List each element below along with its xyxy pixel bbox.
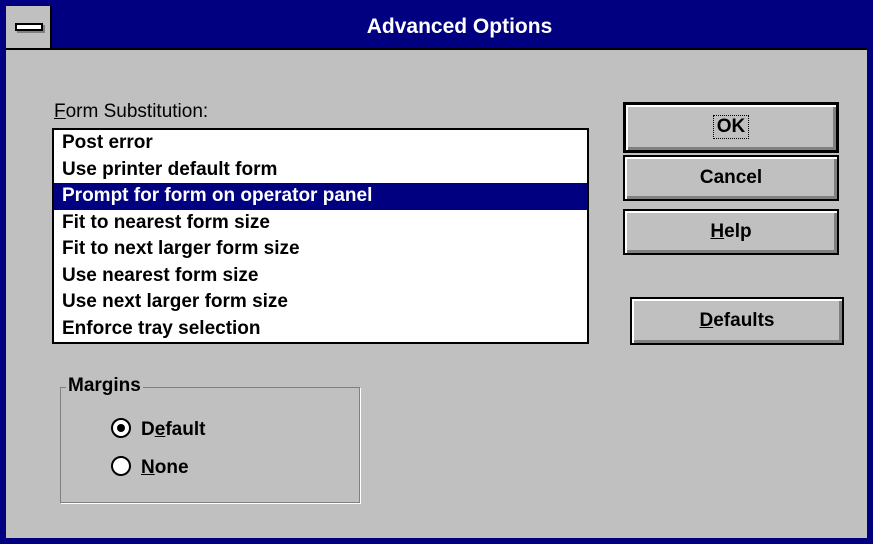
form-substitution-label: Form Substitution: xyxy=(54,101,209,122)
ok-button[interactable]: OK xyxy=(623,102,839,153)
defaults-button[interactable]: Defaults xyxy=(630,297,844,345)
advanced-options-dialog: Advanced Options Form Substitution: Post… xyxy=(0,0,873,544)
list-item[interactable]: Use printer default form xyxy=(54,157,587,184)
margins-none-radio[interactable]: None xyxy=(111,455,189,481)
cancel-button[interactable]: Cancel xyxy=(623,155,839,201)
list-item[interactable]: Use next larger form size xyxy=(54,289,587,316)
list-item[interactable]: Enforce tray selection xyxy=(54,316,587,343)
title-bar[interactable]: Advanced Options xyxy=(6,6,867,50)
list-item[interactable]: Use nearest form size xyxy=(54,263,587,290)
margins-default-label: Default xyxy=(141,419,206,440)
help-label: Help xyxy=(710,221,752,242)
margins-groupbox xyxy=(60,387,360,503)
margins-default-radio[interactable]: Default xyxy=(111,417,205,443)
list-item[interactable]: Post error xyxy=(54,130,587,157)
form-substitution-listbox[interactable]: Post error Use printer default form Prom… xyxy=(52,128,589,344)
ok-label: OK xyxy=(712,115,750,139)
margins-label: Margins xyxy=(66,375,143,397)
system-menu-button[interactable] xyxy=(6,6,52,48)
system-menu-icon xyxy=(15,23,43,31)
list-item[interactable]: Fit to next larger form size xyxy=(54,236,587,263)
margins-none-label: None xyxy=(141,457,189,478)
radio-unchecked-icon xyxy=(111,456,131,476)
radio-checked-icon xyxy=(111,418,131,438)
window-title: Advanced Options xyxy=(366,15,553,38)
list-item-selected[interactable]: Prompt for form on operator panel xyxy=(54,183,587,210)
help-button[interactable]: Help xyxy=(623,209,839,255)
defaults-label: Defaults xyxy=(699,310,775,331)
cancel-label: Cancel xyxy=(699,167,763,188)
list-item[interactable]: Fit to nearest form size xyxy=(54,210,587,237)
